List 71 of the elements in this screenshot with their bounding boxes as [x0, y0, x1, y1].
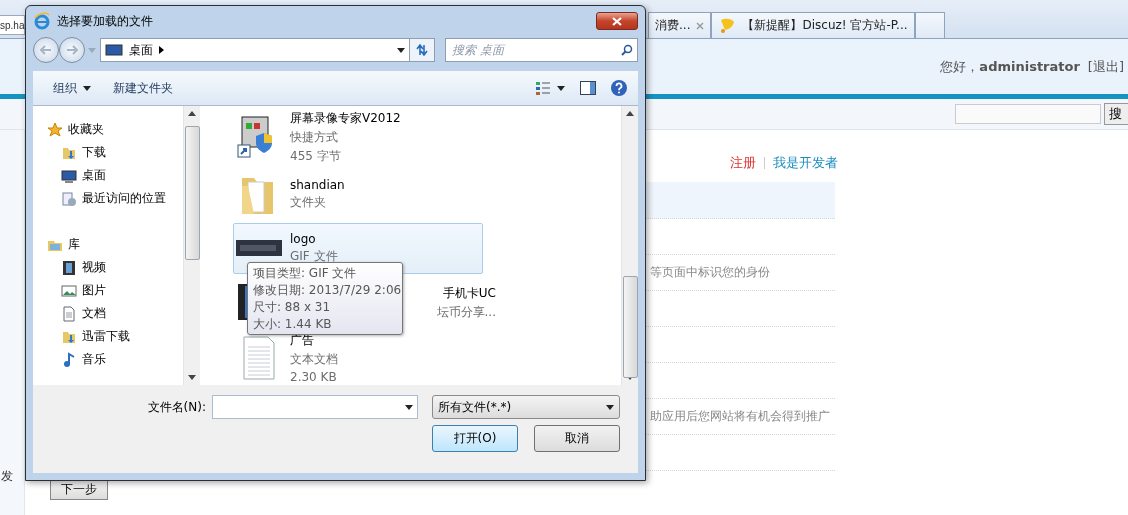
nav-group-item[interactable]: 库: [47, 233, 183, 256]
scroll-thumb[interactable]: [623, 276, 638, 378]
forward-arrow-icon: [66, 45, 78, 55]
film-icon: [61, 259, 77, 276]
nav-item[interactable]: 下载: [47, 141, 183, 164]
breadcrumb-arrow-icon: [159, 46, 164, 54]
caret-icon: [83, 85, 91, 91]
nav-item[interactable]: 视频: [47, 256, 183, 279]
scroll-thumb[interactable]: [185, 126, 200, 260]
greeting-text: 您好，: [940, 57, 980, 76]
organize-menu-button[interactable]: 组织: [49, 76, 95, 100]
open-button[interactable]: 打开(O): [432, 425, 518, 452]
scroll-down-icon[interactable]: [626, 375, 634, 380]
back-button[interactable]: [33, 37, 59, 63]
history-caret-icon[interactable]: [88, 47, 96, 53]
tooltip: 项目类型: GIF 文件 修改日期: 2013/7/29 2:06 尺寸: 88 x 31 大小: 1.44 KB: [247, 262, 403, 335]
star-icon: [47, 121, 63, 138]
nav-item[interactable]: 桌面: [47, 164, 183, 187]
developer-link[interactable]: 我是开发者: [773, 154, 838, 172]
file-name-label: 文件名(N):: [147, 398, 206, 416]
view-options-icon[interactable]: [536, 81, 566, 95]
browser-tab[interactable]: [914, 12, 945, 38]
monitor-icon: [105, 43, 123, 57]
window-title: 选择要加载的文件: [57, 12, 154, 30]
music-note-icon: [61, 351, 77, 368]
picture-icon: [61, 282, 77, 299]
caret-icon: [606, 404, 614, 410]
close-icon[interactable]: [696, 21, 705, 30]
nav-item[interactable]: 最近访问的位置: [47, 187, 183, 210]
row-text: 等页面中标识您的身份: [650, 265, 770, 280]
monitor-icon: [61, 167, 77, 184]
file-item[interactable]: shandian 文件夹: [233, 169, 483, 220]
browser-tab[interactable]: 【新提醒】Discuz! 官方站-P...: [711, 12, 915, 38]
file-item[interactable]: 屏幕录像专家V2012 快捷方式 455 字节: [233, 109, 483, 166]
nav-item[interactable]: 图片: [47, 279, 183, 302]
register-link[interactable]: 注册: [730, 154, 756, 172]
nav-item[interactable]: 迅雷下载: [47, 325, 183, 348]
scroll-up-icon[interactable]: [188, 111, 196, 116]
nav-item[interactable]: 音乐: [47, 348, 183, 371]
back-arrow-icon: [40, 45, 52, 55]
close-button[interactable]: [596, 12, 638, 30]
search-field[interactable]: [955, 104, 1101, 124]
browser-tab[interactable]: 消费...: [648, 12, 712, 38]
file-scrollbar[interactable]: [621, 106, 638, 385]
file-type-select[interactable]: 所有文件(*.*): [432, 395, 620, 419]
forward-button[interactable]: [59, 37, 85, 63]
scroll-up-icon[interactable]: [626, 111, 634, 116]
address-bar[interactable]: sp.ha: [0, 15, 25, 35]
user-name: administrator: [979, 59, 1080, 74]
row-text: 助应用后您网站将有机会得到推广: [650, 409, 830, 424]
refresh-button[interactable]: [409, 38, 435, 62]
close-icon: [612, 16, 622, 26]
nav-group-item[interactable]: 收藏夹: [47, 118, 183, 141]
preview-pane-icon[interactable]: [580, 81, 596, 95]
document-icon: [61, 305, 77, 322]
next-button[interactable]: 下一步: [50, 479, 108, 500]
nav-item[interactable]: 文档: [47, 302, 183, 325]
refresh-arrows-icon: [415, 44, 429, 56]
browser-e-icon: [33, 12, 51, 30]
cancel-button[interactable]: 取消: [534, 425, 620, 452]
dropdown-caret-icon: [397, 47, 405, 53]
recent-places-icon: [61, 190, 77, 207]
side-text: 发: [1, 468, 14, 485]
bell-icon: [718, 17, 737, 34]
new-folder-button[interactable]: 新建文件夹: [109, 76, 177, 100]
search-button[interactable]: 搜: [1104, 103, 1128, 125]
nav-scrollbar[interactable]: [183, 106, 200, 385]
logout-link[interactable]: [退出]: [1087, 57, 1124, 76]
address-field[interactable]: 桌面: [100, 38, 410, 62]
help-icon[interactable]: [610, 79, 628, 97]
scroll-down-icon[interactable]: [188, 375, 196, 380]
